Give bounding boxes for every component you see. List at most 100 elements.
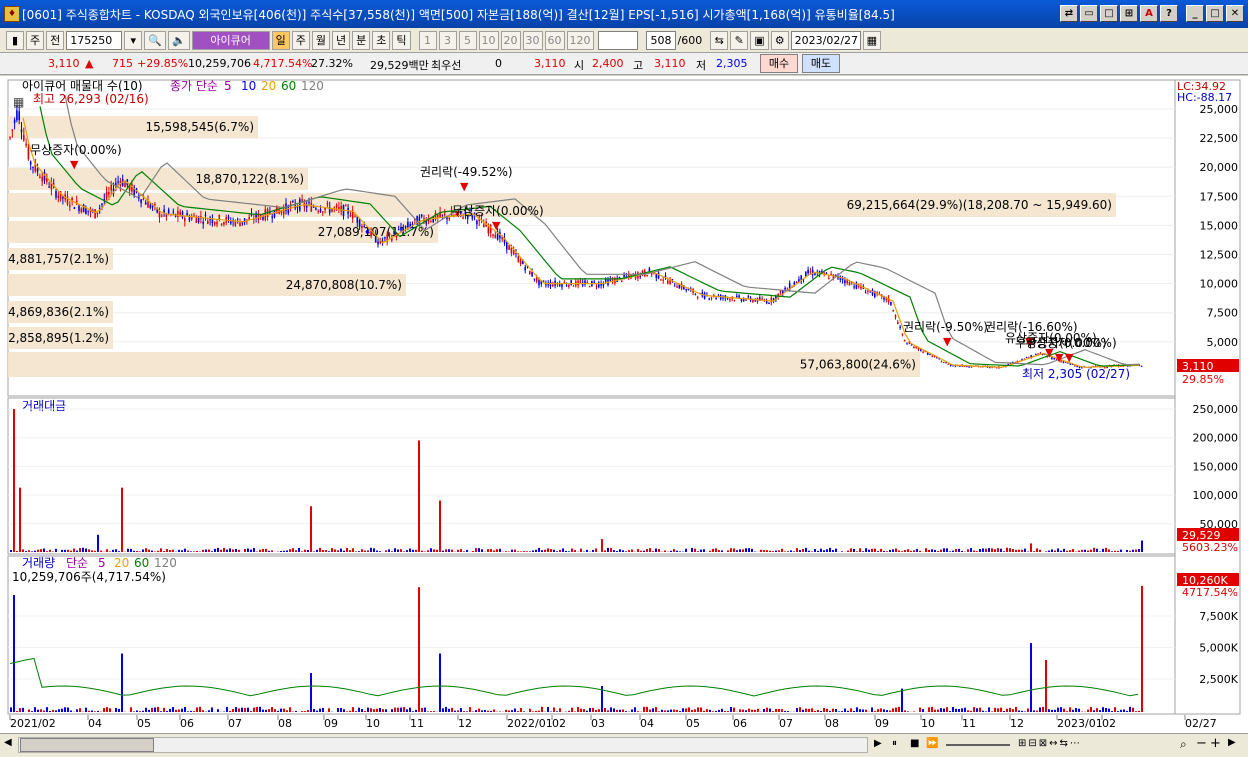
volume-bar xyxy=(940,708,942,712)
play-icon[interactable]: ▶ xyxy=(874,738,882,749)
period-minute[interactable]: 분 xyxy=(352,30,371,50)
window-icon[interactable]: □ xyxy=(1100,5,1118,22)
volume-bar xyxy=(268,709,270,712)
help-icon[interactable]: ? xyxy=(1160,5,1178,22)
period-day[interactable]: 일 xyxy=(271,30,290,50)
type-select[interactable]: 주 xyxy=(26,30,45,50)
pause-icon[interactable]: ⏸ xyxy=(892,738,897,749)
buy-button[interactable]: 매수 xyxy=(760,54,798,73)
draw-icon[interactable]: ✎ xyxy=(730,30,749,50)
tile-icon[interactable]: ⊞ xyxy=(1120,5,1138,22)
minute-1[interactable]: 1 xyxy=(418,30,437,50)
amount-bar xyxy=(409,548,411,552)
candle-body xyxy=(729,298,731,301)
plus-icon[interactable]: + xyxy=(1210,736,1221,751)
minute-20[interactable]: 20 xyxy=(500,30,521,50)
volume-bar xyxy=(826,708,828,712)
period-year[interactable]: 년 xyxy=(332,30,351,50)
candle-body xyxy=(11,129,14,131)
volume-bar xyxy=(886,710,888,712)
candle-body xyxy=(36,168,39,172)
volume-bar xyxy=(850,708,852,712)
amount-bar xyxy=(592,549,594,552)
amount-bar xyxy=(607,547,609,552)
candle-body xyxy=(662,279,664,281)
scroll-right-arrow-icon[interactable]: ▶ xyxy=(1228,737,1236,748)
calendar-icon[interactable]: ▦ xyxy=(862,30,882,50)
font-icon[interactable]: A xyxy=(1140,5,1158,22)
minute-10[interactable]: 10 xyxy=(478,30,499,50)
x-axis-label: 04 xyxy=(88,717,102,730)
settings-icon[interactable]: ⚙ xyxy=(770,30,789,50)
candle-body xyxy=(27,147,30,160)
amount-bar xyxy=(535,549,537,552)
dropdown-icon[interactable]: ▾ xyxy=(124,30,143,50)
amount-bar xyxy=(1030,543,1032,552)
period-month[interactable]: 월 xyxy=(311,30,331,50)
bar-chart-icon[interactable]: ▮ xyxy=(6,30,24,50)
period-second[interactable]: 초 xyxy=(372,30,391,50)
amount-bar xyxy=(556,551,558,552)
candle-body xyxy=(299,199,301,211)
amount-bar xyxy=(877,551,879,552)
volume-bar xyxy=(256,706,258,712)
volume-bar xyxy=(625,711,627,712)
candle-body xyxy=(710,297,713,299)
interval-input[interactable] xyxy=(597,30,638,50)
quote-high: 3,110 xyxy=(654,57,686,70)
close-button[interactable]: ✕ xyxy=(1226,5,1244,22)
minimize-button[interactable]: _ xyxy=(1186,5,1204,22)
link-icon[interactable]: ⇄ xyxy=(1060,5,1078,22)
stock-name[interactable]: 아이큐어 xyxy=(191,30,270,50)
stop-icon[interactable]: ■ xyxy=(910,738,919,749)
price-axis-label: 20,000 xyxy=(1200,161,1239,174)
sell-button[interactable]: 매도 xyxy=(802,54,840,73)
fast-forward-icon[interactable]: ⏩ xyxy=(926,738,938,749)
chart-area[interactable]: 25,000 22,500 20,000 17,500 15,000 12,500 10,0… xyxy=(0,76,1248,733)
amount-bar xyxy=(949,551,951,552)
volume-bar xyxy=(415,709,417,712)
amount-bar xyxy=(952,550,954,552)
amount-bar xyxy=(1114,550,1116,552)
candle-body xyxy=(55,190,57,198)
minute-3[interactable]: 3 xyxy=(438,30,457,50)
tool-icons[interactable]: ⊞⊟⊠↔⇆⋯ xyxy=(1018,738,1082,749)
minute-5[interactable]: 5 xyxy=(458,30,477,50)
volume-bar xyxy=(904,710,906,712)
scroll-left-arrow-icon[interactable]: ◀ xyxy=(4,737,18,753)
minute-120[interactable]: 120 xyxy=(566,30,594,50)
volume-bar xyxy=(847,710,849,712)
code-input[interactable]: 175250 xyxy=(66,30,123,50)
volume-bar xyxy=(37,709,39,712)
search-icon[interactable]: 🔍 xyxy=(144,30,166,50)
amount-title: 거래대금 xyxy=(22,399,66,413)
amount-bar xyxy=(1132,549,1134,552)
minute-30[interactable]: 30 xyxy=(522,30,543,50)
pref-label: 최우선 xyxy=(431,59,462,72)
zoom-slider[interactable] xyxy=(946,744,1010,746)
speaker-icon[interactable]: 🔈 xyxy=(167,30,190,50)
prev-button[interactable]: 전 xyxy=(46,30,65,50)
amount-bar xyxy=(1081,549,1083,552)
volume-bar xyxy=(361,709,363,712)
volume-bar xyxy=(697,707,699,712)
scrollbar[interactable]: ◀ ▶ ⏸ ■ ⏩ ⊞⊟⊠↔⇆⋯ ⌕ − + ▶ xyxy=(0,733,1248,757)
period-week[interactable]: 주 xyxy=(291,30,310,50)
candle-body xyxy=(312,206,315,208)
maximize-button[interactable]: □ xyxy=(1206,5,1224,22)
minus-icon[interactable]: − xyxy=(1196,736,1207,751)
date-input[interactable]: 2023/02/27 xyxy=(790,30,861,50)
price-axis-label: 10,000 xyxy=(1200,278,1239,291)
volume-bar xyxy=(1099,710,1101,712)
zoom-out-icon[interactable]: ⌕ xyxy=(1180,737,1187,752)
dock-icon[interactable]: ▭ xyxy=(1080,5,1098,22)
sync-icon[interactable]: ⇆ xyxy=(710,30,729,50)
candle-body xyxy=(494,234,497,239)
minute-60[interactable]: 60 xyxy=(544,30,565,50)
scroll-thumb[interactable] xyxy=(20,738,154,752)
period-tick[interactable]: 틱 xyxy=(392,30,411,50)
candle-body xyxy=(271,216,273,219)
stock-chart[interactable]: 25,000 22,500 20,000 17,500 15,000 12,500 10,0… xyxy=(0,76,1248,733)
count-input[interactable]: 508 xyxy=(645,30,676,50)
save-icon[interactable]: ▣ xyxy=(750,30,769,50)
